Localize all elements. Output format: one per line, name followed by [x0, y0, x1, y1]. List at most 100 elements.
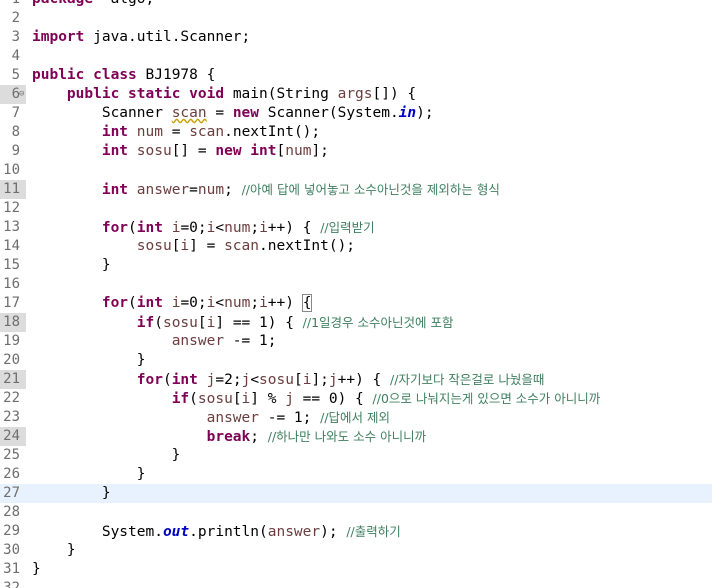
- comment-token: //1일경우 소수아닌것에 포함: [302, 315, 454, 330]
- code-token: main(String: [224, 86, 338, 102]
- line-number: 9: [11, 143, 20, 159]
- code-line[interactable]: 15 }: [0, 256, 712, 275]
- variable-token: i: [259, 220, 268, 236]
- matched-bracket: {: [301, 294, 313, 312]
- line-gutter: 28: [0, 503, 26, 522]
- line-gutter: 26: [0, 465, 26, 484]
- variable-token: sosu: [136, 143, 172, 159]
- code-text: for(int i=0;i<num;i++) {: [32, 294, 313, 313]
- code-line[interactable]: 8 int num = scan.nextInt();: [0, 123, 712, 142]
- keyword-token: for: [101, 295, 129, 311]
- line-gutter: 10: [0, 161, 26, 180]
- keyword-token: void: [189, 86, 225, 102]
- code-line[interactable]: 11 int answer=num; //아예 답에 넣어놓고 소수아닌것을 제…: [0, 180, 712, 199]
- code-text: import java.util.Scanner;: [32, 28, 250, 47]
- code-line[interactable]: 28: [0, 503, 712, 522]
- code-line[interactable]: 1 package algo;: [0, 0, 712, 9]
- line-gutter: 18: [0, 313, 26, 332]
- keyword-token: public: [66, 86, 120, 102]
- comment-token: //0으로 나눠지는게 있으면 소수가 아니니까: [372, 391, 601, 406]
- code-token: ;: [250, 295, 260, 311]
- variable-token: sosu: [197, 391, 233, 407]
- keyword-token: int: [136, 220, 163, 236]
- code-line[interactable]: 24 break; //하나만 나와도 소수 아니니까: [0, 427, 712, 446]
- code-line[interactable]: 21 for(int j=2;j<sosu[i];j++) { //자기보다 작…: [0, 370, 712, 389]
- code-line[interactable]: 10: [0, 161, 712, 180]
- variable-token: scan: [171, 105, 207, 121]
- code-line[interactable]: 19 answer -= 1;: [0, 332, 712, 351]
- variable-token: answer: [171, 333, 225, 349]
- variable-token: sosu: [259, 372, 294, 388]
- code-line[interactable]: 6 ⊖ public static void main(String args[]…: [0, 85, 712, 104]
- line-number: 6: [11, 86, 20, 102]
- line-gutter: 23: [0, 408, 26, 427]
- code-text: }: [32, 484, 111, 503]
- code-text: for(int j=2;j<sosu[i];j++) { //자기보다 작은걸로…: [32, 370, 545, 390]
- code-text: if(sosu[i] % j == 0) { //0으로 나눠지는게 있으면 소…: [32, 389, 601, 409]
- code-line[interactable]: 9 int sosu[] = new int[num];: [0, 142, 712, 161]
- code-line[interactable]: 32: [0, 579, 712, 588]
- line-number: 27: [3, 485, 20, 501]
- code-line[interactable]: 5 public class BJ1978 {: [0, 66, 712, 85]
- code-token: =0;: [180, 220, 207, 236]
- code-text: }: [32, 256, 111, 275]
- code-token: }: [32, 257, 111, 273]
- code-text: }: [32, 446, 181, 465]
- code-line[interactable]: 30 }: [0, 541, 712, 560]
- code-editor[interactable]: 1package algo;23import java.util.Scanner…: [0, 0, 712, 588]
- code-text: }: [32, 465, 146, 484]
- line-gutter: 30: [0, 541, 26, 560]
- code-token: );: [320, 524, 347, 540]
- code-token: ];: [311, 372, 329, 388]
- code-line[interactable]: 23 answer -= 1; //답에서 제외: [0, 408, 712, 427]
- code-line[interactable]: 13 for(int i=0;i<num;i++) { //입력받기: [0, 218, 712, 237]
- code-line[interactable]: 3 import java.util.Scanner;: [0, 28, 712, 47]
- variable-token: args: [337, 86, 373, 102]
- line-number: 7: [11, 105, 20, 121]
- code-text: }: [32, 560, 41, 579]
- code-line[interactable]: 18 if(sosu[i] == 1) { //1일경우 소수아닌것에 포함: [0, 313, 712, 332]
- code-token: }: [32, 466, 146, 482]
- code-text: break; //하나만 나와도 소수 아니니까: [32, 427, 426, 447]
- code-line[interactable]: 20 }: [0, 351, 712, 370]
- code-token: ++): [267, 295, 303, 311]
- code-token: == 0) {: [293, 391, 373, 407]
- code-line[interactable]: 29 System.out.println(answer); //출력하기: [0, 522, 712, 541]
- code-line[interactable]: 12: [0, 199, 712, 218]
- code-line[interactable]: 14 sosu[i] = scan.nextInt();: [0, 237, 712, 256]
- code-token: (: [128, 295, 137, 311]
- code-line[interactable]: 4: [0, 47, 712, 66]
- code-token: ;: [224, 182, 242, 198]
- code-line[interactable]: 16: [0, 275, 712, 294]
- code-line[interactable]: 31}: [0, 560, 712, 579]
- keyword-token: for: [136, 372, 163, 388]
- variable-token: sosu: [162, 315, 198, 331]
- keyword-token: int: [171, 372, 198, 388]
- line-gutter: 20: [0, 351, 26, 370]
- code-line[interactable]: 22 if(sosu[i] % j == 0) { //0으로 나눠지는게 있으…: [0, 389, 712, 408]
- code-line[interactable]: 2: [0, 9, 712, 28]
- line-gutter: 15: [0, 256, 26, 275]
- code-line[interactable]: 27 }: [0, 484, 712, 503]
- code-token: ;: [250, 429, 268, 445]
- line-gutter: 21: [0, 370, 26, 389]
- line-number: 4: [11, 48, 20, 64]
- code-text: int sosu[] = new int[num];: [32, 142, 329, 161]
- code-line[interactable]: 26 }: [0, 465, 712, 484]
- code-line[interactable]: 25 }: [0, 446, 712, 465]
- keyword-token: new: [232, 105, 260, 121]
- code-token: [: [293, 372, 303, 388]
- fold-collapse-icon[interactable]: ⊖: [19, 85, 24, 104]
- code-line[interactable]: 17 for(int i=0;i<num;i++) {: [0, 294, 712, 313]
- line-number: 14: [3, 238, 20, 254]
- code-token: =: [189, 182, 198, 198]
- code-token: System.: [32, 524, 163, 540]
- code-token: .nextInt();: [259, 238, 356, 254]
- code-line[interactable]: 7 Scanner scan = new Scanner(System.in);: [0, 104, 712, 123]
- code-token: (: [162, 372, 172, 388]
- code-token: [] =: [171, 143, 216, 159]
